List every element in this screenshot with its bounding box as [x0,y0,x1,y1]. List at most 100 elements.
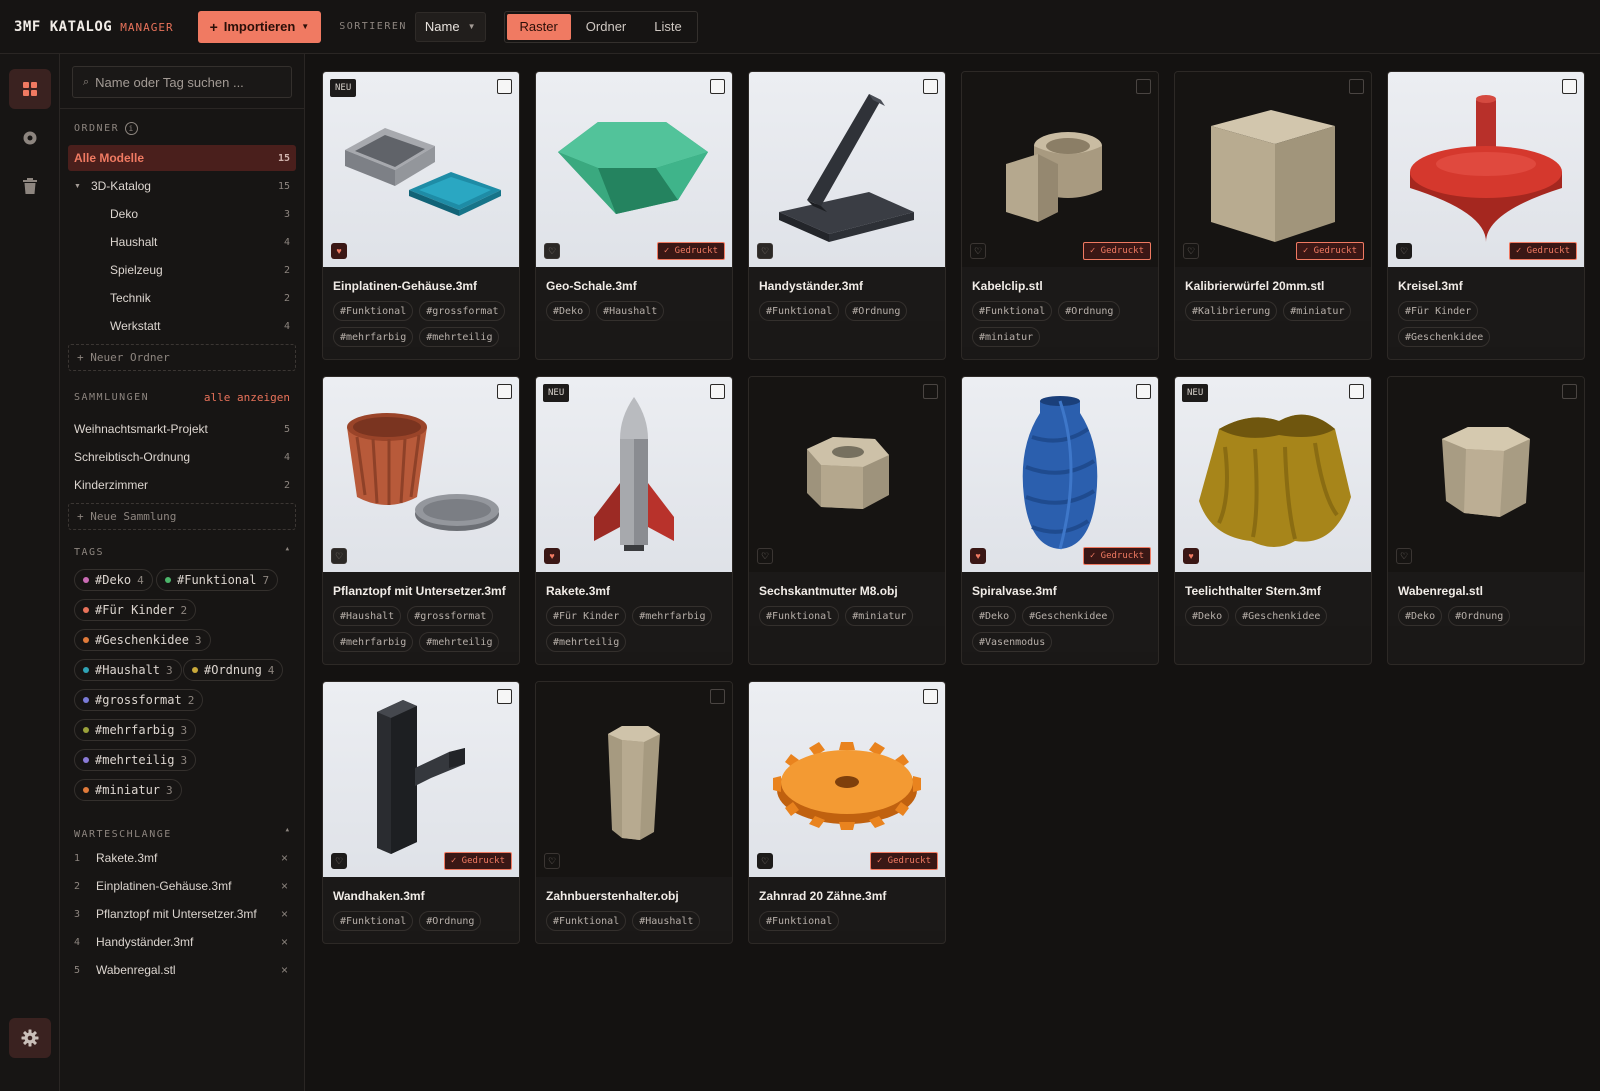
model-thumbnail[interactable]: ♡ [536,682,732,877]
model-tag[interactable]: #Deko [1398,606,1443,626]
model-tag[interactable]: #mehrteilig [419,327,500,347]
remove-icon[interactable]: × [281,907,288,921]
model-card[interactable]: ♡ ✓ Gedruckt Kreisel.3mf #Für Kinder #Ge… [1387,71,1585,360]
tag-chip-deko[interactable]: #Deko 4 [74,569,153,591]
model-tag[interactable]: #Ordnung [419,911,482,931]
folder-item-spielzeug[interactable]: Spielzeug 2 [68,257,296,283]
model-card[interactable]: NEU ♥ Teelichthalter Stern.3mf #Deko #Ge… [1174,376,1372,665]
model-card[interactable]: ♥ ✓ Gedruckt Spiralvase.3mf #Deko #Gesch… [961,376,1159,665]
favorite-heart-icon[interactable]: ♡ [757,853,773,869]
model-card[interactable]: ♡ ✓ Gedruckt Wandhaken.3mf #Funktional #… [322,681,520,944]
folder-item-deko[interactable]: Deko 3 [68,201,296,227]
model-tag[interactable]: #Geschenkidee [1398,327,1491,347]
model-tag[interactable]: #Ordnung [1448,606,1511,626]
model-tag[interactable]: #miniatur [1283,301,1352,321]
model-tag[interactable]: #mehrteilig [546,632,627,652]
search-input[interactable] [95,74,276,90]
model-tag[interactable]: #miniatur [972,327,1041,347]
model-tag[interactable]: #Funktional [546,911,627,931]
model-thumbnail[interactable]: ♡ ✓ Gedruckt [1388,72,1584,267]
model-tag[interactable]: #Geschenkidee [1022,606,1115,626]
model-card[interactable]: ♡ Handyständer.3mf #Funktional #Ordnung [748,71,946,360]
model-tag[interactable]: #grossformat [407,606,494,626]
model-tag[interactable]: #Für Kinder [1398,301,1479,321]
model-thumbnail[interactable]: ♡ [1388,377,1584,572]
model-tag[interactable]: #Funktional [972,301,1053,321]
select-checkbox[interactable] [1136,79,1151,94]
model-tag[interactable]: #mehrfarbig [333,327,414,347]
select-checkbox[interactable] [497,689,512,704]
tag-chip-ordnung[interactable]: #Ordnung 4 [183,659,284,681]
model-card[interactable]: ♡ ✓ Gedruckt Kalibrierwürfel 20mm.stl #K… [1174,71,1372,360]
model-tag[interactable]: #mehrteilig [419,632,500,652]
model-card[interactable]: ♡ ✓ Gedruckt Zahnrad 20 Zähne.3mf #Funkt… [748,681,946,944]
remove-icon[interactable]: × [281,879,288,893]
model-tag[interactable]: #mehrfarbig [333,632,414,652]
tags-collapse-icon[interactable]: ▴ [285,544,290,554]
folder-item-technik[interactable]: Technik 2 [68,285,296,311]
model-thumbnail[interactable]: ♡ ✓ Gedruckt [323,682,519,877]
favorite-heart-icon[interactable]: ♡ [757,548,773,564]
import-button[interactable]: + Importieren ▼ [197,10,322,43]
folder-item-3d-katalog[interactable]: ▼ 3D-Katalog 15 [68,173,296,199]
model-thumbnail[interactable]: ♡ ✓ Gedruckt [536,72,732,267]
model-thumbnail[interactable]: ♡ [749,377,945,572]
queue-collapse-icon[interactable]: ▴ [285,825,290,835]
search-box[interactable]: ⌕ [72,66,292,98]
collection-item[interactable]: Kinderzimmer 2 [68,472,296,498]
tag-chip-haushalt[interactable]: #Haushalt 3 [74,659,182,681]
model-card[interactable]: ♡ Sechskantmutter M8.obj #Funktional #mi… [748,376,946,665]
favorite-heart-icon[interactable]: ♡ [1396,243,1412,259]
rail-grid-button[interactable] [9,69,51,109]
tag-chip-geschenkidee[interactable]: #Geschenkidee 3 [74,629,211,651]
model-tag[interactable]: #Haushalt [333,606,402,626]
new-collection-button[interactable]: + Neue Sammlung [68,503,296,530]
favorite-heart-icon[interactable]: ♡ [970,243,986,259]
remove-icon[interactable]: × [281,935,288,949]
model-card[interactable]: ♡ Pflanztopf mit Untersetzer.3mf #Hausha… [322,376,520,665]
model-tag[interactable]: #grossformat [419,301,506,321]
remove-icon[interactable]: × [281,963,288,977]
show-all-collections-link[interactable]: alle anzeigen [204,391,290,404]
favorite-heart-icon[interactable]: ♥ [1183,548,1199,564]
model-tag[interactable]: #Haushalt [596,301,665,321]
model-thumbnail[interactable]: ♡ ✓ Gedruckt [962,72,1158,267]
select-checkbox[interactable] [497,79,512,94]
model-thumbnail[interactable]: NEU ♥ [323,72,519,267]
model-card[interactable]: ♡ ✓ Gedruckt Kabelclip.stl #Funktional #… [961,71,1159,360]
model-tag[interactable]: #Funktional [333,911,414,931]
favorite-heart-icon[interactable]: ♡ [544,853,560,869]
queue-item[interactable]: 5 Wabenregal.stl × [74,959,288,981]
select-checkbox[interactable] [1136,384,1151,399]
model-tag[interactable]: #Ordnung [845,301,908,321]
model-tag[interactable]: #Deko [1185,606,1230,626]
model-tag[interactable]: #Ordnung [1058,301,1121,321]
model-tag[interactable]: #Funktional [333,301,414,321]
rail-record-button[interactable] [9,118,51,158]
model-card[interactable]: ♡ ✓ Gedruckt Geo-Schale.3mf #Deko #Haush… [535,71,733,360]
model-tag[interactable]: #Kalibrierung [1185,301,1278,321]
tag-chip-funktional[interactable]: #Funktional 7 [156,569,279,591]
model-card[interactable]: NEU ♥ Rakete.3mf #Für Kinder #mehrfarbig… [535,376,733,665]
model-thumbnail[interactable]: ♡ [323,377,519,572]
select-checkbox[interactable] [497,384,512,399]
favorite-heart-icon[interactable]: ♡ [544,243,560,259]
model-thumbnail[interactable]: ♡ [749,72,945,267]
favorite-heart-icon[interactable]: ♥ [544,548,560,564]
favorite-heart-icon[interactable]: ♡ [331,853,347,869]
model-tag[interactable]: #miniatur [845,606,914,626]
rail-settings-button[interactable] [9,1018,51,1058]
model-card[interactable]: ♡ Wabenregal.stl #Deko #Ordnung [1387,376,1585,665]
view-liste-button[interactable]: Liste [641,14,694,40]
folder-item-haushalt[interactable]: Haushalt 4 [68,229,296,255]
queue-item[interactable]: 3 Pflanztopf mit Untersetzer.3mf × [74,903,288,925]
model-tag[interactable]: #Für Kinder [546,606,627,626]
favorite-heart-icon[interactable]: ♥ [331,243,347,259]
tag-chip-fuer-kinder[interactable]: #Für Kinder 2 [74,599,197,621]
rail-trash-button[interactable] [9,166,51,206]
model-tag[interactable]: #Haushalt [632,911,701,931]
model-card[interactable]: ♡ Zahnbuerstenhalter.obj #Funktional #Ha… [535,681,733,944]
select-checkbox[interactable] [710,689,725,704]
model-tag[interactable]: #Funktional [759,301,840,321]
model-tag[interactable]: #Geschenkidee [1235,606,1328,626]
